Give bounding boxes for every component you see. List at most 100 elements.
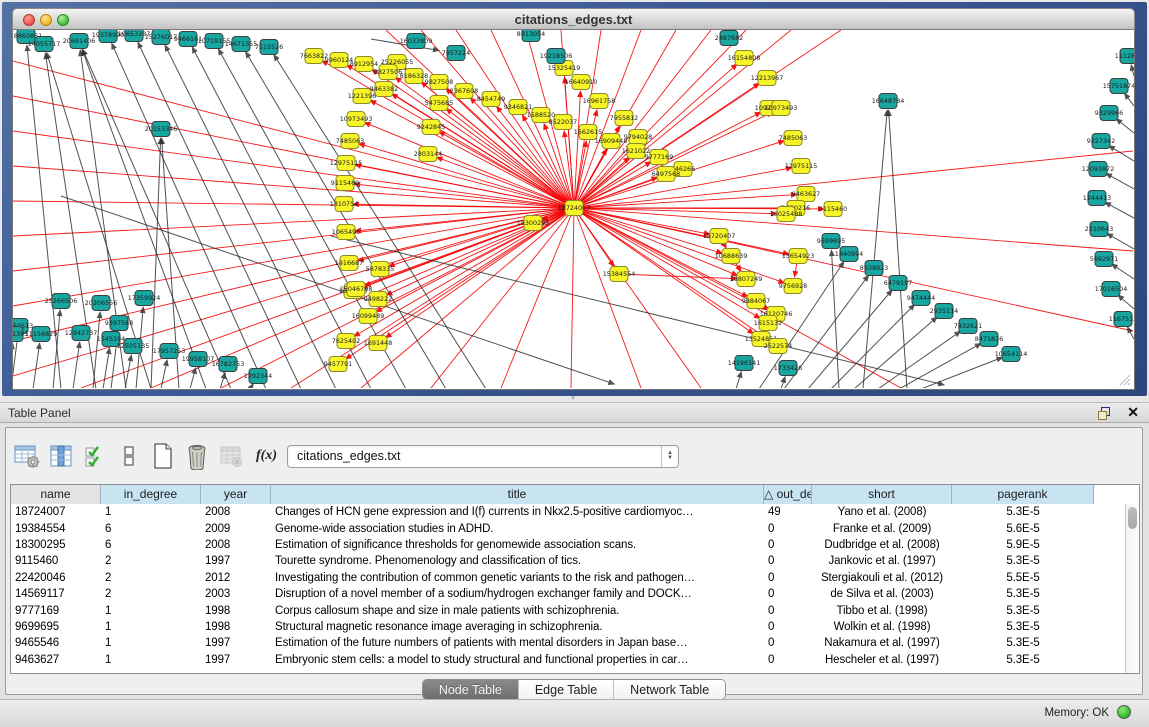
table-cell-in_degree[interactable]: 1: [101, 506, 201, 518]
graph-node[interactable]: 16154808: [728, 51, 761, 66]
graph-node[interactable]: 7932621: [954, 319, 982, 334]
column-edit-icon[interactable]: [46, 441, 76, 471]
graph-node[interactable]: 9756928: [779, 279, 807, 294]
table-cell-pagerank[interactable]: 5.3E-5: [952, 588, 1094, 600]
graph-node[interactable]: 8454749: [477, 92, 505, 107]
graph-node[interactable]: 7515526: [255, 40, 283, 55]
network-graph[interactable]: 2522605598275068186328982750823676088454…: [13, 30, 1134, 388]
table-cell-out_degree[interactable]: 0: [764, 572, 812, 584]
table-cell-pagerank[interactable]: 5.5E-5: [952, 572, 1094, 584]
graph-node[interactable]: 2887682: [715, 31, 743, 46]
graph-node[interactable]: 13654923: [782, 249, 815, 264]
table-cell-in_degree[interactable]: 2: [101, 588, 201, 600]
table-row[interactable]: 1830029562008Estimation of significance …: [11, 537, 1125, 553]
graph-node[interactable]: 20153346: [145, 122, 178, 137]
table-cell-out_degree[interactable]: 0: [764, 654, 812, 666]
graph-node[interactable]: 9227342: [1087, 134, 1115, 149]
network-window-titlebar[interactable]: citations_edges.txt: [12, 8, 1135, 30]
table-cell-pagerank[interactable]: 5.6E-5: [952, 523, 1094, 535]
table-cell-in_degree[interactable]: 2: [101, 572, 201, 584]
graph-node[interactable]: 7955812: [610, 111, 638, 126]
table-cell-short[interactable]: de Silva et al. (2003): [812, 588, 952, 600]
table-cell-out_degree[interactable]: 0: [764, 588, 812, 600]
graph-node[interactable]: 8813054: [517, 30, 545, 42]
graph-node[interactable]: 1840994: [835, 247, 863, 262]
scrollbar-thumb[interactable]: [1128, 507, 1137, 529]
table-cell-title[interactable]: Changes of HCN gene expression and I(f) …: [271, 506, 764, 518]
network-canvas[interactable]: 2522605598275068186328982750823676088454…: [12, 30, 1135, 390]
table-cell-out_degree[interactable]: 0: [764, 523, 812, 535]
graph-node[interactable]: 15384554: [603, 267, 636, 282]
graph-node[interactable]: 16961758: [583, 94, 616, 109]
graph-node[interactable]: 20691406: [63, 34, 96, 49]
table-cell-title[interactable]: Genome-wide association studies in ADHD.: [271, 523, 764, 535]
table-scrollbar[interactable]: [1125, 504, 1139, 673]
graph-node[interactable]: 6479197: [884, 276, 912, 291]
checklist-icon[interactable]: [80, 441, 110, 471]
table-cell-year[interactable]: 2012: [201, 572, 271, 584]
graph-node[interactable]: 5878335: [366, 262, 394, 277]
table-cell-title[interactable]: Structural magnetic resonance image aver…: [271, 621, 764, 633]
graph-node[interactable]: 1112853: [1115, 49, 1134, 64]
graph-node[interactable]: 7857224: [442, 46, 470, 61]
rows-icon[interactable]: [114, 441, 144, 471]
table-cell-year[interactable]: 1998: [201, 621, 271, 633]
table-cell-name[interactable]: 9699695: [11, 621, 101, 633]
table-cell-name[interactable]: 19384554: [11, 523, 101, 535]
graph-node[interactable]: 15751874: [1103, 79, 1134, 94]
graph-node[interactable]: 10654114: [995, 347, 1028, 362]
graph-node[interactable]: 14196141: [728, 356, 761, 371]
table-settings-icon[interactable]: [12, 441, 42, 471]
table-cell-year[interactable]: 1997: [201, 654, 271, 666]
table-cell-pagerank[interactable]: 5.3E-5: [952, 637, 1094, 649]
column-header-title[interactable]: title: [271, 485, 764, 504]
table-row[interactable]: 946362711997Embryonic stem cells: a mode…: [11, 652, 1125, 668]
graph-node[interactable]: 15276017: [145, 30, 178, 45]
table-cell-out_degree[interactable]: 49: [764, 506, 812, 518]
table-cell-pagerank[interactable]: 5.3E-5: [952, 555, 1094, 567]
table-cell-name[interactable]: 9115460: [11, 555, 101, 567]
graph-node[interactable]: 9463627: [792, 187, 820, 202]
tab-network-table[interactable]: Network Table: [614, 680, 725, 699]
new-file-icon[interactable]: [148, 441, 178, 471]
table-cell-short[interactable]: Franke et al. (2009): [812, 523, 952, 535]
table-cell-title[interactable]: Tourette syndrome. Phenomenology and cla…: [271, 555, 764, 567]
graph-node[interactable]: 16033809: [400, 34, 433, 49]
table-cell-name[interactable]: 18724007: [11, 506, 101, 518]
table-row[interactable]: 1938455462009Genome-wide association stu…: [11, 520, 1125, 536]
table-cell-title[interactable]: Corpus callosum shape and size in male p…: [271, 605, 764, 617]
table-cell-year[interactable]: 2008: [201, 539, 271, 551]
table-cell-title[interactable]: Disruption of a novel member of a sodium…: [271, 588, 764, 600]
column-header-name[interactable]: name: [11, 485, 101, 504]
graph-node[interactable]: 9699695: [817, 234, 845, 249]
graph-node[interactable]: 10973493: [340, 112, 373, 127]
table-cell-year[interactable]: 2009: [201, 523, 271, 535]
graph-node[interactable]: 1733426: [774, 361, 802, 376]
table-selector-dropdown[interactable]: citations_edges.txt ▲▼: [287, 445, 679, 468]
table-cell-out_degree[interactable]: 0: [764, 621, 812, 633]
table-cell-in_degree[interactable]: 1: [101, 637, 201, 649]
graph-node[interactable]: 1810754: [330, 197, 358, 212]
table-cell-out_degree[interactable]: 0: [764, 539, 812, 551]
float-panel-icon[interactable]: [1097, 406, 1113, 421]
graph-node[interactable]: 9115460: [819, 202, 847, 217]
table-cell-title[interactable]: Estimation of the future numbers of pati…: [271, 637, 764, 649]
table-cell-title[interactable]: Estimation of significance thresholds fo…: [271, 539, 764, 551]
table-cell-title[interactable]: Embryonic stem cells: a model to study s…: [271, 654, 764, 666]
close-panel-icon[interactable]: ✕: [1127, 404, 1139, 421]
graph-node[interactable]: 2803144: [414, 147, 442, 162]
table-cell-pagerank[interactable]: 5.9E-5: [952, 539, 1094, 551]
graph-node[interactable]: 12975115: [785, 159, 818, 174]
table-row[interactable]: 2242004622012Investigating the contribut…: [11, 570, 1125, 586]
column-header-in_degree[interactable]: in_degree: [101, 485, 201, 504]
table-cell-pagerank[interactable]: 5.3E-5: [952, 654, 1094, 666]
table-cell-short[interactable]: Wolkin et al. (1998): [812, 621, 952, 633]
graph-node[interactable]: 12093872: [1082, 162, 1115, 177]
table-cell-name[interactable]: 9463627: [11, 654, 101, 666]
table-cell-in_degree[interactable]: 1: [101, 654, 201, 666]
graph-node[interactable]: 16648784: [872, 94, 905, 109]
graph-node[interactable]: 8938923: [860, 261, 888, 276]
graph-node[interactable]: 2935114: [930, 304, 958, 319]
graph-node[interactable]: 5692971: [1090, 252, 1118, 267]
table-cell-out_degree[interactable]: 0: [764, 637, 812, 649]
